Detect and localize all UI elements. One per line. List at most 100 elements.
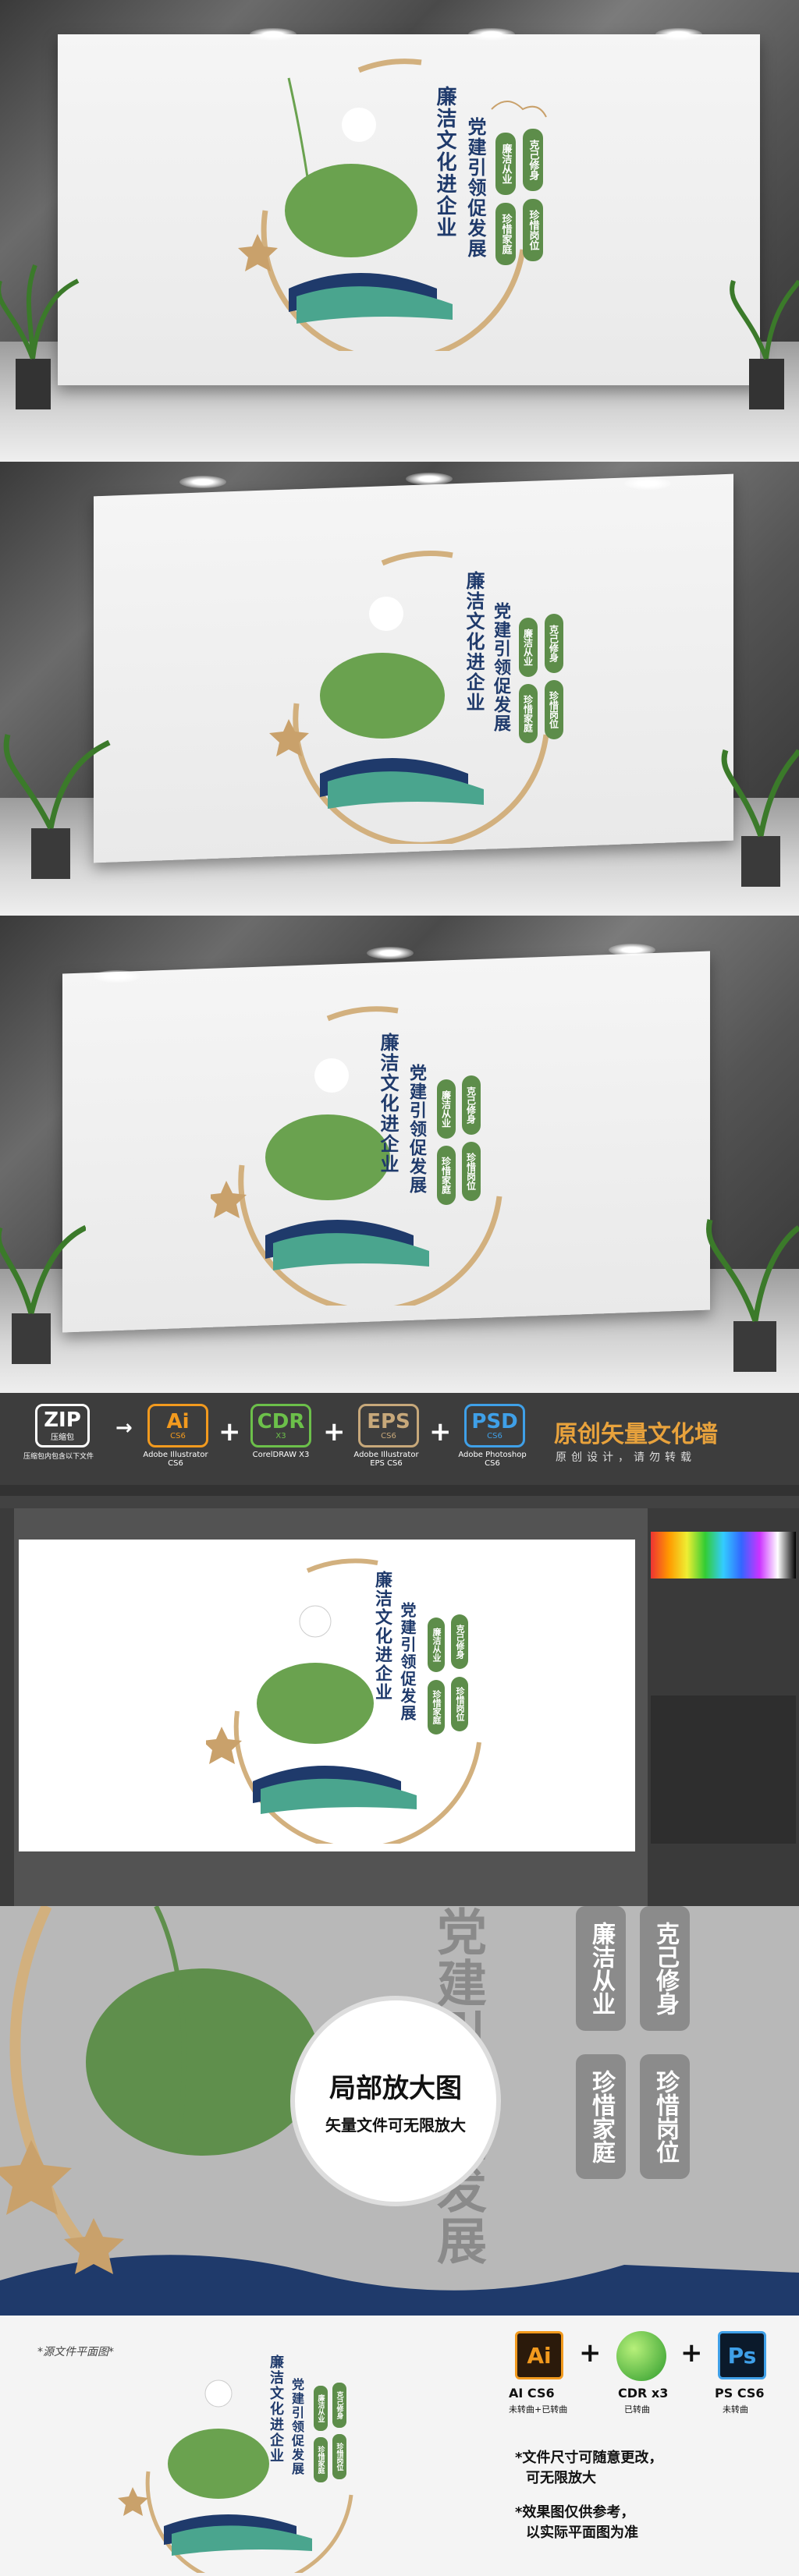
slogan-pill: 珍惜家庭 <box>495 203 516 265</box>
design-title: 廉洁文化进企业 <box>463 571 485 713</box>
cdr-software-icon <box>616 2331 666 2381</box>
plus-icon: + <box>218 1416 241 1447</box>
potted-plant-icon <box>0 1224 86 1364</box>
note-size-line2: 可无限放大 <box>526 2470 596 2486</box>
culture-wall-design: 廉洁文化进企业 党建引领促发展 廉洁从业 克己修身 珍惜家庭 珍惜岗位 <box>211 1001 546 1306</box>
slogan-pill: 廉洁从业 <box>495 133 516 195</box>
cdr-version: X3 <box>275 1431 286 1440</box>
original-title: 原创矢量文化墙 <box>554 1421 718 1448</box>
zoom-pill: 珍惜家庭 <box>576 2054 626 2179</box>
right-panels <box>648 1508 799 1906</box>
ps-software-note: 未转曲 <box>723 2404 748 2415</box>
eps-label: EPS <box>367 1409 410 1433</box>
spotlight <box>406 473 453 485</box>
slogan-pill: 珍惜岗位 <box>451 1677 468 1731</box>
psd-format: PSD CS6 Adobe Photoshop CS6 <box>458 1404 527 1468</box>
plus-icon: + <box>429 1416 452 1447</box>
spotlight <box>179 476 226 488</box>
ai-software-note: 未转曲+已转曲 <box>509 2404 568 2415</box>
design-subtitle: 党建引领促发展 <box>398 1602 417 1722</box>
eps-format: EPS CS6 Adobe Illustrator EPS CS6 <box>353 1404 421 1468</box>
zoom-pill: 克己修身 <box>640 1906 690 2031</box>
slogan-pill: 克己修身 <box>332 2383 346 2428</box>
note-effect-line2: 以实际平面图为准 <box>526 2525 638 2541</box>
source-flat-design: 廉洁文化进企业 党建引领促发展 廉洁从业 克己修身 珍惜家庭 珍惜岗位 <box>117 2339 398 2573</box>
illustrator-editor: 廉洁文化进企业 党建引领促发展 廉洁从业 克己修身 珍惜家庭 珍惜岗位 <box>0 1485 799 1906</box>
eps-version: CS6 <box>381 1431 396 1440</box>
slogan-pill: 珍惜岗位 <box>462 1142 481 1201</box>
slogan-pill: 珍惜家庭 <box>428 1680 445 1734</box>
spotlight <box>250 28 297 41</box>
design-artwork <box>118 2379 353 2573</box>
tool-panel <box>0 1508 14 1906</box>
format-strip: ZIP 压缩包 压缩包内包含以下文件 → Ai CS6 Adobe Illust… <box>0 1393 799 1485</box>
mockup-room-2: 廉洁文化进企业 党建引领促发展 廉洁从业 克己修身 珍惜家庭 珍惜岗位 <box>0 462 799 916</box>
ai-software-icon: Ai <box>515 2331 563 2379</box>
design-title: 廉洁文化进企业 <box>433 86 456 239</box>
zoom-badge-title: 局部放大图 <box>329 2073 462 2104</box>
spotlight <box>468 28 515 41</box>
slogan-pill: 克己修身 <box>451 1614 468 1669</box>
mockup-room-3: 廉洁文化进企业 党建引领促发展 廉洁从业 克己修身 珍惜家庭 珍惜岗位 <box>0 916 799 1393</box>
spotlight <box>94 970 140 983</box>
color-swatches <box>651 1532 796 1579</box>
potted-plant-icon <box>730 279 799 409</box>
arrow-icon: → <box>115 1416 133 1440</box>
plus-icon: + <box>680 2337 703 2369</box>
ai-format: Ai CS6 Adobe Illustrator CS6 <box>143 1404 211 1468</box>
design-title: 廉洁文化进企业 <box>377 1033 400 1175</box>
zoom-badge: 局部放大图 矢量文件可无限放大 <box>290 1996 501 2206</box>
menu-bar <box>0 1485 799 1496</box>
design-subtitle: 党建引领促发展 <box>491 602 511 733</box>
zoom-pill: 珍惜岗位 <box>640 2054 690 2179</box>
psd-caption: Adobe Photoshop CS6 <box>458 1451 527 1468</box>
control-bar <box>0 1496 799 1508</box>
layers-panel <box>651 1695 796 1844</box>
culture-wall-design: 廉洁文化进企业 党建引领促发展 廉洁从业 克己修身 珍惜家庭 珍惜岗位 <box>265 547 593 844</box>
mockup-room-1: 廉洁文化进企业 党建引领促发展 廉洁从业 克己修身 珍惜家庭 珍惜岗位 <box>0 0 799 462</box>
psd-version: CS6 <box>487 1431 502 1440</box>
note-effect-line1: *效果图仅供参考， <box>515 2504 635 2521</box>
culture-wall-design: 廉洁文化进企业 党建引领促发展 廉洁从业 克己修身 珍惜家庭 珍惜岗位 <box>234 55 562 351</box>
slogan-pill: 珍惜家庭 <box>437 1146 456 1205</box>
potted-plant-icon <box>706 1219 799 1372</box>
spotlight <box>655 28 702 41</box>
ps-software-icon: Ps <box>718 2331 766 2379</box>
potted-plant-icon <box>0 264 80 409</box>
design-subtitle: 党建引领促发展 <box>407 1064 427 1195</box>
spotlight <box>367 947 414 959</box>
ai-software-label: AI CS6 <box>509 2386 555 2401</box>
slogan-pill: 珍惜岗位 <box>545 680 563 739</box>
original-subtitle: 原创设计，请勿转载 <box>556 1451 696 1464</box>
zip-label: ZIP <box>44 1408 81 1432</box>
potted-plant-icon <box>3 734 111 879</box>
design-subtitle: 党建引领促发展 <box>289 2378 304 2476</box>
slogan-pill: 克己修身 <box>523 129 543 191</box>
slogan-pill: 珍惜家庭 <box>519 684 538 743</box>
design-subtitle: 党建引领促发展 <box>464 117 487 259</box>
slogan-pill: 廉洁从业 <box>314 2386 328 2431</box>
cdr-label: CDR <box>257 1409 305 1433</box>
zoom-detail: 党建引领促发展 廉洁从业 克己修身 珍惜家庭 珍惜岗位 局部放大图 矢量文件可无… <box>0 1906 799 2316</box>
design-artwork <box>238 58 547 351</box>
zip-note: 压缩包内包含以下文件 <box>23 1453 94 1461</box>
cdr-caption: CorelDRAW X3 <box>252 1451 310 1459</box>
note-size-line1: *文件尺寸可随意更改， <box>515 2450 663 2466</box>
zip-format: ZIP 压缩包 压缩包内包含以下文件 <box>23 1404 94 1461</box>
slogan-pill: 珍惜岗位 <box>523 199 543 261</box>
ai-version: CS6 <box>170 1431 186 1440</box>
zoom-badge-subtitle: 矢量文件可无限放大 <box>325 2116 466 2135</box>
cdr-software-note: 已转曲 <box>624 2404 650 2415</box>
eps-caption: Adobe Illustrator EPS CS6 <box>353 1451 419 1468</box>
slogan-pill: 廉洁从业 <box>437 1079 456 1139</box>
slogan-pill: 廉洁从业 <box>519 618 538 677</box>
slogan-pill: 廉洁从业 <box>428 1618 445 1672</box>
culture-wall-design: 廉洁文化进企业 党建引领促发展 廉洁从业 克己修身 珍惜家庭 珍惜岗位 <box>206 1555 502 1844</box>
design-artwork <box>269 551 549 844</box>
ps-software-label: PS CS6 <box>715 2386 765 2401</box>
source-label: *源文件平面图* <box>37 2346 114 2358</box>
cdr-software-label: CDR x3 <box>618 2386 669 2401</box>
slogan-pill: 克己修身 <box>462 1075 481 1135</box>
artboard: 廉洁文化进企业 党建引领促发展 廉洁从业 克己修身 珍惜家庭 珍惜岗位 <box>19 1540 635 1851</box>
spotlight <box>624 477 671 490</box>
